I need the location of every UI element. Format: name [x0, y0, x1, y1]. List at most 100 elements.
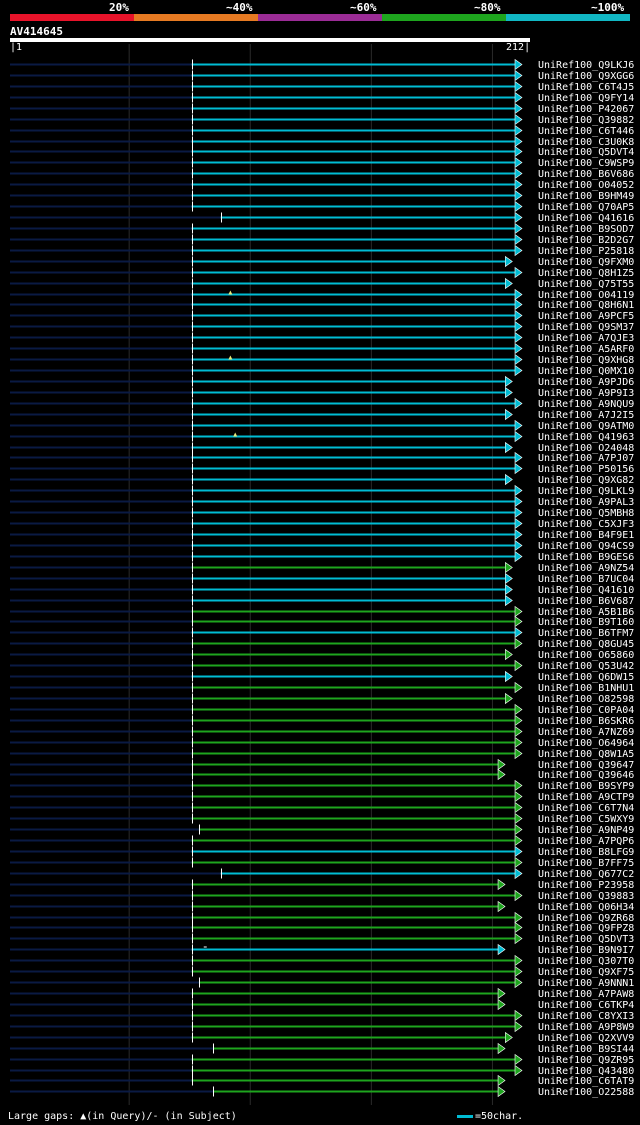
hit-name-link[interactable]: UniRef100_Q9FY14	[538, 93, 634, 104]
hit-row[interactable]: UniRef100_Q9LKJ6	[10, 58, 634, 72]
hit-row[interactable]: UniRef100_Q8W1A5	[10, 747, 634, 761]
hit-row[interactable]: UniRef100_Q9ATM0	[10, 419, 634, 433]
hit-name-link[interactable]: UniRef100_C6TAT9	[538, 1076, 634, 1087]
hit-name-link[interactable]: UniRef100_Q8H1Z5	[538, 268, 634, 279]
hit-name-link[interactable]: UniRef100_A9P8W9	[538, 1022, 634, 1033]
hit-row[interactable]: UniRef100_P42067	[10, 102, 634, 116]
hit-row[interactable]: UniRef100_A9CTP9	[10, 790, 634, 804]
hit-row[interactable]: UniRef100_Q8GU45	[10, 637, 634, 651]
hit-name-link[interactable]: UniRef100_Q677C2	[538, 869, 634, 880]
hit-row[interactable]: UniRef100_Q8H6N1	[10, 298, 634, 312]
hit-name-link[interactable]: UniRef100_A9PJD6	[538, 377, 634, 388]
hit-name-link[interactable]: UniRef100_Q9ZR95	[538, 1055, 634, 1066]
hit-name-link[interactable]: UniRef100_B9N9I7	[538, 945, 634, 956]
hit-name-link[interactable]: UniRef100_P42067	[538, 104, 634, 115]
hit-row[interactable]: UniRef100_A9P8W9	[10, 1020, 634, 1034]
hit-row[interactable]: UniRef100_Q307T0	[10, 954, 634, 968]
hit-row[interactable]: UniRef100_B9GES6	[10, 550, 634, 564]
hit-name-link[interactable]: UniRef100_Q75T55	[538, 279, 634, 290]
hit-row[interactable]: UniRef100_Q39883	[10, 889, 634, 903]
hit-row[interactable]: UniRef100_Q39882	[10, 113, 634, 127]
hit-row[interactable]: UniRef100_B6V687	[10, 594, 634, 608]
hit-row[interactable]: UniRef100_B9SYP9	[10, 779, 634, 793]
hit-row[interactable]: UniRef100_Q5MBH8	[10, 506, 634, 520]
hit-name-link[interactable]: UniRef100_C6T7N4	[538, 803, 634, 814]
hit-name-link[interactable]: UniRef100_Q5DVT4	[538, 147, 634, 158]
hit-name-link[interactable]: UniRef100_Q39883	[538, 891, 634, 902]
hit-name-link[interactable]: UniRef100_C6T4J5	[538, 82, 634, 93]
hit-row[interactable]: UniRef100_Q41616	[10, 211, 634, 225]
hit-name-link[interactable]: UniRef100_C5WXY9	[538, 814, 634, 825]
hit-row[interactable]: UniRef100_B9SOD7	[10, 222, 634, 236]
hit-name-link[interactable]: UniRef100_A9CTP9	[538, 792, 634, 803]
hit-row[interactable]: UniRef100_C5XJF3	[10, 517, 634, 531]
hit-name-link[interactable]: UniRef100_A7NZ69	[538, 727, 634, 738]
hit-name-link[interactable]: UniRef100_B9GES6	[538, 552, 634, 563]
hit-name-link[interactable]: UniRef100_Q9FPZ8	[538, 923, 634, 934]
hit-row[interactable]: UniRef100_O22588	[10, 1085, 634, 1099]
hit-name-link[interactable]: UniRef100_Q9LKL9	[538, 486, 634, 497]
hit-row[interactable]: UniRef100_C6T7N4	[10, 801, 634, 815]
hit-name-link[interactable]: UniRef100_B9SI44	[538, 1044, 634, 1055]
hit-name-link[interactable]: UniRef100_O82598	[538, 694, 634, 705]
hit-name-link[interactable]: UniRef100_A9NZ54	[538, 563, 634, 574]
hit-row[interactable]: UniRef100_Q2XVV9	[10, 1031, 634, 1045]
hit-row[interactable]: UniRef100_A7NZ69	[10, 725, 634, 739]
hit-row[interactable]: UniRef100_B6V686	[10, 167, 634, 181]
hit-name-link[interactable]: UniRef100_C6TKP4	[538, 1000, 634, 1011]
hit-row[interactable]: UniRef100_B9T160	[10, 615, 634, 629]
hit-name-link[interactable]: UniRef100_C0PA04	[538, 705, 634, 716]
hit-name-link[interactable]: UniRef100_P25818	[538, 246, 634, 257]
hit-row[interactable]: UniRef100_Q6DW15	[10, 670, 634, 684]
hit-row[interactable]: UniRef100_Q8H1Z5	[10, 266, 634, 280]
hit-name-link[interactable]: UniRef100_Q41610	[538, 585, 634, 596]
hit-row[interactable]: UniRef100_B6TFM7	[10, 626, 634, 640]
hit-row[interactable]: UniRef100_C6T4J5	[10, 80, 634, 94]
hit-name-link[interactable]: UniRef100_B9HM49	[538, 191, 634, 202]
hit-name-link[interactable]: UniRef100_A9NNN1	[538, 978, 634, 989]
hit-row[interactable]: UniRef100_B1NHU1	[10, 681, 634, 695]
hit-row[interactable]: UniRef100_Q9FY14	[10, 91, 634, 105]
hit-row[interactable]: UniRef100_P23958	[10, 878, 634, 892]
hit-name-link[interactable]: UniRef100_A9NP49	[538, 825, 634, 836]
hit-row[interactable]: UniRef100_Q9SM37	[10, 320, 634, 334]
hit-row[interactable]: UniRef100_B8LFG9	[10, 845, 634, 859]
hit-name-link[interactable]: UniRef100_Q2XVV9	[538, 1033, 634, 1044]
hit-name-link[interactable]: UniRef100_Q5MBH8	[538, 508, 634, 519]
hit-name-link[interactable]: UniRef100_B9T160	[538, 617, 634, 628]
hit-row[interactable]: UniRef100_A7J2I5	[10, 408, 634, 422]
hit-row[interactable]: UniRef100_C6T446	[10, 124, 634, 138]
hit-row[interactable]: UniRef100_Q75T55	[10, 277, 634, 291]
hit-name-link[interactable]: UniRef100_B6V686	[538, 169, 634, 180]
hit-name-link[interactable]: UniRef100_C9WSP9	[538, 158, 634, 169]
hit-name-link[interactable]: UniRef100_Q9XF75	[538, 967, 634, 978]
hit-name-link[interactable]: UniRef100_Q6DW15	[538, 672, 634, 683]
hit-row[interactable]: UniRef100_O82598	[10, 692, 634, 706]
hit-name-link[interactable]: UniRef100_Q9FXM0	[538, 257, 634, 268]
hit-name-link[interactable]: UniRef100_B9SOD7	[538, 224, 634, 235]
hit-row[interactable]: UniRef100_Q5DVT3	[10, 932, 634, 946]
hit-name-link[interactable]: UniRef100_Q9XHG8	[538, 355, 634, 366]
hit-row[interactable]: UniRef100_Q70AP5	[10, 200, 634, 214]
hit-row[interactable]: UniRef100_Q9XHG8	[10, 353, 634, 367]
hit-row[interactable]: UniRef100_B9HM49	[10, 189, 634, 203]
hit-name-link[interactable]: UniRef100_A7PJ07	[538, 453, 634, 464]
hit-row[interactable]: UniRef100_C9WSP9	[10, 156, 634, 170]
hit-row[interactable]: UniRef100_Q9XG82	[10, 473, 634, 487]
hit-row[interactable]: UniRef100_A9NZ54	[10, 561, 634, 575]
hit-row[interactable]: UniRef100_Q9XF75	[10, 965, 634, 979]
hit-row[interactable]: UniRef100_C5WXY9	[10, 812, 634, 826]
hit-name-link[interactable]: UniRef100_O65860	[538, 650, 634, 661]
hit-row[interactable]: UniRef100_Q677C2	[10, 867, 634, 881]
hit-row[interactable]: UniRef100_Q9XGG6	[10, 69, 634, 83]
hit-row[interactable]: UniRef100_Q94CS9	[10, 539, 634, 553]
hit-name-link[interactable]: UniRef100_Q8GU45	[538, 639, 634, 650]
hit-name-link[interactable]: UniRef100_Q39882	[538, 115, 634, 126]
hit-row[interactable]: UniRef100_Q9ZR95	[10, 1053, 634, 1067]
hit-name-link[interactable]: UniRef100_Q70AP5	[538, 202, 634, 213]
hit-name-link[interactable]: UniRef100_A9PCF5	[538, 311, 634, 322]
hit-name-link[interactable]: UniRef100_C5XJF3	[538, 519, 634, 530]
hit-row[interactable]: UniRef100_B6SKR6	[10, 714, 634, 728]
hit-row[interactable]: UniRef100_B9N9I7	[10, 943, 634, 957]
hit-name-link[interactable]: UniRef100_B1NHU1	[538, 683, 634, 694]
